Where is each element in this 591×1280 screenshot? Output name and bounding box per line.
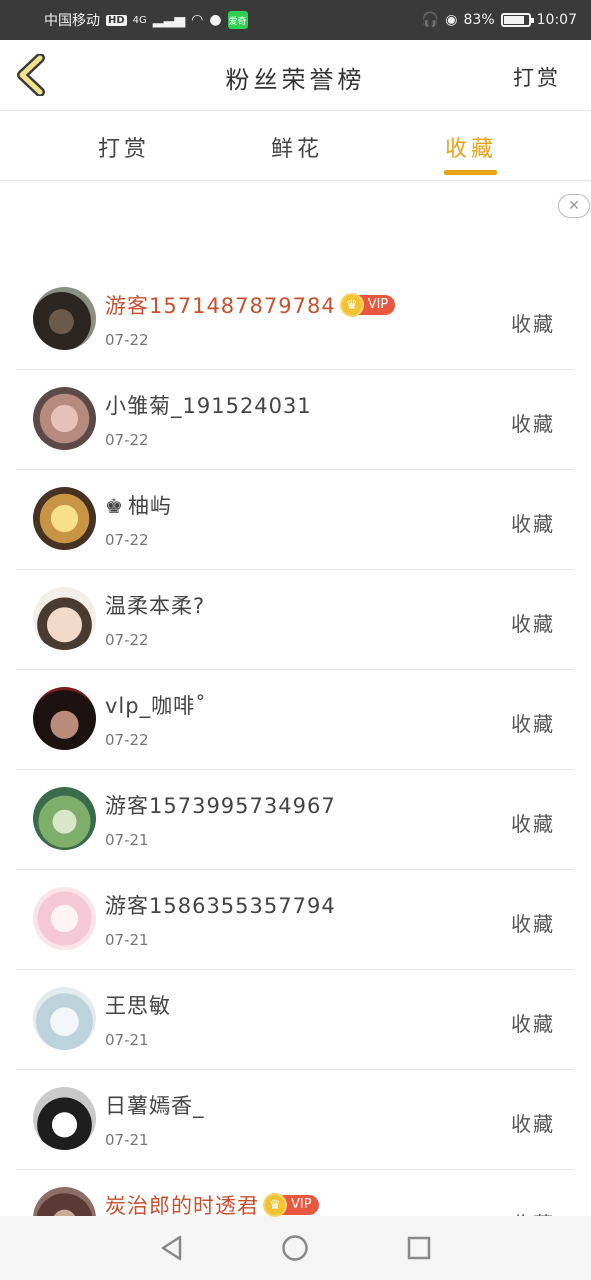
list-item[interactable]: 游客1573995734967 07-21 收藏: [0, 770, 591, 870]
date: 07-22: [105, 731, 149, 749]
date: 07-22: [105, 531, 149, 549]
action-label: 收藏: [511, 712, 555, 736]
user-name: 游客1573995734967: [105, 794, 336, 818]
network-type: 4G: [132, 14, 147, 26]
user-name: 游客1586355357794: [105, 894, 336, 918]
user-name: 温柔本柔?: [105, 594, 206, 618]
tab-bar: 打赏 鲜花 收藏: [0, 111, 591, 181]
back-triangle-icon[interactable]: [158, 1234, 186, 1262]
action-label: 收藏: [511, 512, 555, 536]
date: 07-21: [105, 931, 149, 949]
list-item[interactable]: ♚ 柚屿 07-22 收藏: [0, 470, 591, 570]
tab-active-indicator: [444, 170, 497, 175]
action-label: 收藏: [511, 1112, 555, 1136]
page-title: 粉丝荣誉榜: [225, 66, 366, 94]
action-label: 收藏: [511, 612, 555, 636]
close-icon[interactable]: ✕: [558, 194, 590, 218]
avatar: [33, 487, 96, 550]
date: 07-22: [105, 331, 149, 349]
status-bar: 中国移动 HD 4G ▂▃▅ ◠ ● 爱奇 🎧 ◉ 83% 10:07: [0, 0, 591, 40]
user-name: 日薯嫣香_: [105, 1094, 205, 1118]
list-item[interactable]: 游客1586355357794 07-21 收藏: [0, 870, 591, 970]
recents-square-icon[interactable]: [405, 1234, 433, 1262]
avatar: [33, 787, 96, 850]
home-circle-icon[interactable]: [281, 1234, 309, 1262]
system-nav-bar: [0, 1216, 591, 1280]
date: 07-21: [105, 1031, 149, 1049]
action-label: 收藏: [511, 412, 555, 436]
user-name: 小雏菊_191524031: [105, 394, 312, 418]
eye-icon: ◉: [445, 12, 458, 28]
vip-badge: ♛ VIP: [339, 293, 396, 317]
avatar: [33, 887, 96, 950]
wifi-icon: ◠: [191, 12, 204, 28]
fan-list: 游客1571487879784 ♛ VIP 07-22 收藏 小雏菊_19152…: [0, 270, 591, 1270]
user-name: 游客1571487879784: [105, 294, 336, 318]
action-label: 收藏: [511, 912, 555, 936]
tab-flowers[interactable]: 鲜花: [271, 131, 323, 163]
list-item[interactable]: 温柔本柔? 07-22 收藏: [0, 570, 591, 670]
vip-badge: ♛ VIP: [263, 1193, 319, 1217]
hd-icon: HD: [106, 14, 127, 26]
battery-percent: 83%: [463, 12, 495, 28]
tab-favorites[interactable]: 收藏: [445, 131, 497, 163]
date: 07-22: [105, 631, 149, 649]
carrier-label: 中国移动: [44, 13, 100, 29]
action-label: 收藏: [511, 312, 555, 336]
list-item[interactable]: vlp_咖啡˚ 07-22 收藏: [0, 670, 591, 770]
vpn-icon: ●: [209, 12, 222, 28]
crown-icon: ♛: [339, 293, 364, 317]
list-item[interactable]: 王思敏 07-21 收藏: [0, 970, 591, 1070]
crown-icon: ♛: [263, 1193, 287, 1217]
battery-icon: [500, 13, 534, 27]
clock: 10:07: [536, 12, 577, 28]
action-label: 收藏: [511, 812, 555, 836]
date: 07-22: [105, 431, 149, 449]
avatar: [33, 287, 96, 350]
action-label: 收藏: [511, 1012, 555, 1036]
crown-icon: ♚: [105, 494, 124, 518]
app-notification-icon: 爱奇: [227, 11, 248, 29]
user-name: ♚ 柚屿: [105, 494, 172, 518]
signal-icon: ▂▃▅: [152, 12, 186, 28]
date: 07-21: [105, 831, 149, 849]
headset-icon: 🎧: [421, 12, 440, 28]
avatar: [33, 987, 96, 1050]
list-item[interactable]: 游客1571487879784 ♛ VIP 07-22 收藏: [0, 270, 591, 370]
tab-reward[interactable]: 打赏: [98, 131, 150, 163]
list-item[interactable]: 日薯嫣香_ 07-21 收藏: [0, 1070, 591, 1170]
user-name: 王思敏: [105, 994, 171, 1018]
avatar: [33, 1087, 96, 1150]
user-name: vlp_咖啡˚: [105, 694, 207, 718]
avatar: [33, 587, 96, 650]
header: 粉丝荣誉榜 打赏: [0, 40, 591, 111]
date: 07-21: [105, 1131, 149, 1149]
list-item[interactable]: 小雏菊_191524031 07-22 收藏: [0, 370, 591, 470]
reward-button[interactable]: 打赏: [513, 62, 561, 92]
avatar: [33, 387, 96, 450]
avatar: [33, 687, 96, 750]
